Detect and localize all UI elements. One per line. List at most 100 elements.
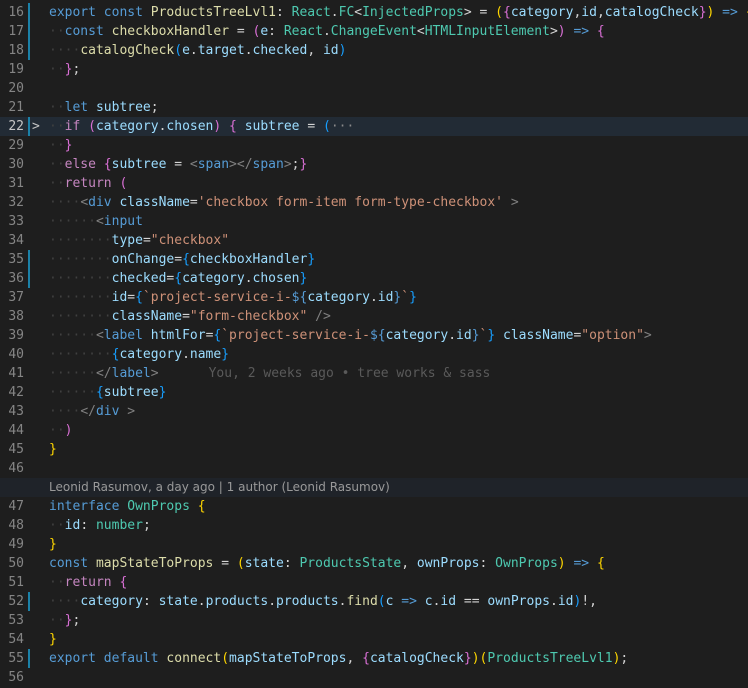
code-content[interactable] — [49, 459, 748, 478]
code-content[interactable]: ······<label htmlFor={`project-service-i… — [49, 326, 748, 345]
code-line[interactable]: 49} — [0, 535, 748, 554]
git-modified-indicator[interactable] — [28, 250, 30, 269]
code-content[interactable]: const mapStateToProps = (state: Products… — [49, 554, 748, 573]
code-content[interactable] — [49, 668, 748, 687]
code-line[interactable]: 37 ········id={`project-service-i-${categ… — [0, 288, 748, 307]
git-modified-indicator[interactable] — [28, 592, 30, 611]
code-token: ChangeEvent — [330, 24, 417, 39]
code-editor[interactable]: 16 export const ProductsTreeLvl1: React.F… — [0, 0, 748, 688]
code-content[interactable] — [49, 79, 748, 98]
code-line[interactable]: 53 ··}; — [0, 611, 748, 630]
code-token: = — [127, 290, 136, 305]
indent-guide: ·· — [49, 176, 65, 191]
code-content[interactable]: ··}; — [49, 611, 748, 630]
code-line[interactable]: 40 ········{category.name} — [0, 345, 748, 364]
code-content[interactable]: ········id={`project-service-i-${categor… — [49, 288, 748, 307]
code-content[interactable]: ··let subtree; — [49, 98, 748, 117]
code-line[interactable]: 31 ··return ( — [0, 174, 748, 193]
git-codelens[interactable]: Leonid Rasumov, a day ago | 1 author (Le… — [49, 478, 390, 497]
code-line[interactable]: 47 interface OwnProps { — [0, 497, 748, 516]
code-content[interactable]: ··id: number; — [49, 516, 748, 535]
code-line[interactable]: 54} — [0, 630, 748, 649]
code-content[interactable]: ··else {subtree = <span></span>;} — [49, 155, 748, 174]
code-token: : — [80, 518, 96, 533]
code-line[interactable]: 55 export default connect(mapStateToProps… — [0, 649, 748, 668]
code-line[interactable]: 16 export const ProductsTreeLvl1: React.F… — [0, 3, 748, 22]
code-content[interactable]: ········onChange={checkboxHandler} — [49, 250, 748, 269]
codelens-row[interactable]: Leonid Rasumov, a day ago | 1 author (Le… — [0, 478, 748, 497]
code-line[interactable]: 39 ······<label htmlFor={`project-service… — [0, 326, 748, 345]
code-content[interactable]: ··const checkboxHandler = (e: React.Chan… — [49, 22, 748, 41]
code-line[interactable]: 45} — [0, 440, 748, 459]
code-content[interactable]: ··) — [49, 421, 748, 440]
code-content[interactable]: ····catalogCheck(e.target.checked, id) — [49, 41, 748, 60]
code-line[interactable]: 46 — [0, 459, 748, 478]
code-token: ; — [291, 157, 300, 172]
code-token: catalogCheck — [369, 651, 464, 666]
code-content[interactable]: ··if (category.chosen) { subtree = (··· — [49, 117, 748, 136]
code-content[interactable]: } — [49, 535, 748, 554]
git-modified-indicator[interactable] — [28, 41, 30, 60]
code-line[interactable]: 33 ······<input — [0, 212, 748, 231]
code-line[interactable]: 19 ··}; — [0, 60, 748, 79]
code-line[interactable]: 38 ········className="form-checkbox" /> — [0, 307, 748, 326]
code-token: category — [119, 347, 183, 362]
code-content[interactable]: ··return { — [49, 573, 748, 592]
code-content[interactable]: ········checked={category.chosen} — [49, 269, 748, 288]
code-line[interactable]: 52 ····category: state.products.products.… — [0, 592, 748, 611]
git-modified-indicator[interactable] — [28, 3, 30, 22]
line-number: 43 — [8, 404, 24, 419]
code-line[interactable]: 34 ········type="checkbox" — [0, 231, 748, 250]
code-content[interactable]: export default connect(mapStateToProps, … — [49, 649, 748, 668]
code-content[interactable]: ········{category.name} — [49, 345, 748, 364]
code-line[interactable]: 18 ····catalogCheck(e.target.checked, id) — [0, 41, 748, 60]
code-content[interactable]: ··return ( — [49, 174, 748, 193]
code-token: : — [268, 24, 284, 39]
code-content[interactable]: ······<input — [49, 212, 748, 231]
code-line[interactable]: 42 ······{subtree} — [0, 383, 748, 402]
code-line[interactable]: 50 const mapStateToProps = (state: Produc… — [0, 554, 748, 573]
code-line[interactable]: 17 ··const checkboxHandler = (e: React.Ch… — [0, 22, 748, 41]
code-content[interactable]: ····category: state.products.products.fi… — [49, 592, 748, 611]
code-line[interactable]: 48 ··id: number; — [0, 516, 748, 535]
code-content[interactable]: ····</div > — [49, 402, 748, 421]
code-content[interactable]: ··}; — [49, 60, 748, 79]
fold-chevron-icon[interactable]: > — [32, 117, 44, 136]
code-content[interactable]: ······{subtree} — [49, 383, 748, 402]
code-token: , — [307, 43, 323, 58]
git-modified-indicator[interactable] — [28, 22, 30, 41]
code-line[interactable]: 32 ····<div className='checkbox form-item… — [0, 193, 748, 212]
code-content[interactable]: ········className="form-checkbox" /> — [49, 307, 748, 326]
code-content[interactable]: export const ProductsTreeLvl1: React.FC<… — [49, 3, 748, 22]
code-line[interactable]: 29 ··} — [0, 136, 748, 155]
code-line[interactable]: 44 ··) — [0, 421, 748, 440]
code-token: { — [362, 651, 370, 666]
code-line[interactable]: 56 — [0, 668, 748, 687]
code-content[interactable]: ····<div className='checkbox form-item f… — [49, 193, 748, 212]
git-modified-indicator[interactable] — [28, 649, 30, 668]
code-line[interactable]: 43 ····</div > — [0, 402, 748, 421]
code-line[interactable]: 20 — [0, 79, 748, 98]
code-line[interactable]: 51 ··return { — [0, 573, 748, 592]
code-line[interactable]: 36 ········checked={category.chosen} — [0, 269, 748, 288]
code-token: subtree — [103, 385, 159, 400]
code-line[interactable]: 21 ··let subtree; — [0, 98, 748, 117]
git-modified-indicator[interactable] — [28, 117, 30, 136]
code-content[interactable]: ······</label> You, 2 weeks ago • tree wo… — [49, 364, 748, 383]
code-content[interactable]: ········type="checkbox" — [49, 231, 748, 250]
code-content[interactable]: } — [49, 440, 748, 459]
git-modified-indicator[interactable] — [28, 269, 30, 288]
code-content[interactable]: ··} — [49, 136, 748, 155]
code-line[interactable]: 41 ······</label> You, 2 weeks ago • tree … — [0, 364, 748, 383]
code-token: < — [416, 24, 425, 39]
code-line[interactable]: 30 ··else {subtree = <span></span>;} — [0, 155, 748, 174]
code-token: products — [276, 594, 339, 609]
code-line[interactable]: 35 ········onChange={checkboxHandler} — [0, 250, 748, 269]
code-content[interactable]: } — [49, 630, 748, 649]
code-token: } — [221, 347, 230, 362]
code-content[interactable]: interface OwnProps { — [49, 497, 748, 516]
code-line[interactable]: 22 > ··if (category.chosen) { subtree = (·… — [0, 117, 748, 136]
